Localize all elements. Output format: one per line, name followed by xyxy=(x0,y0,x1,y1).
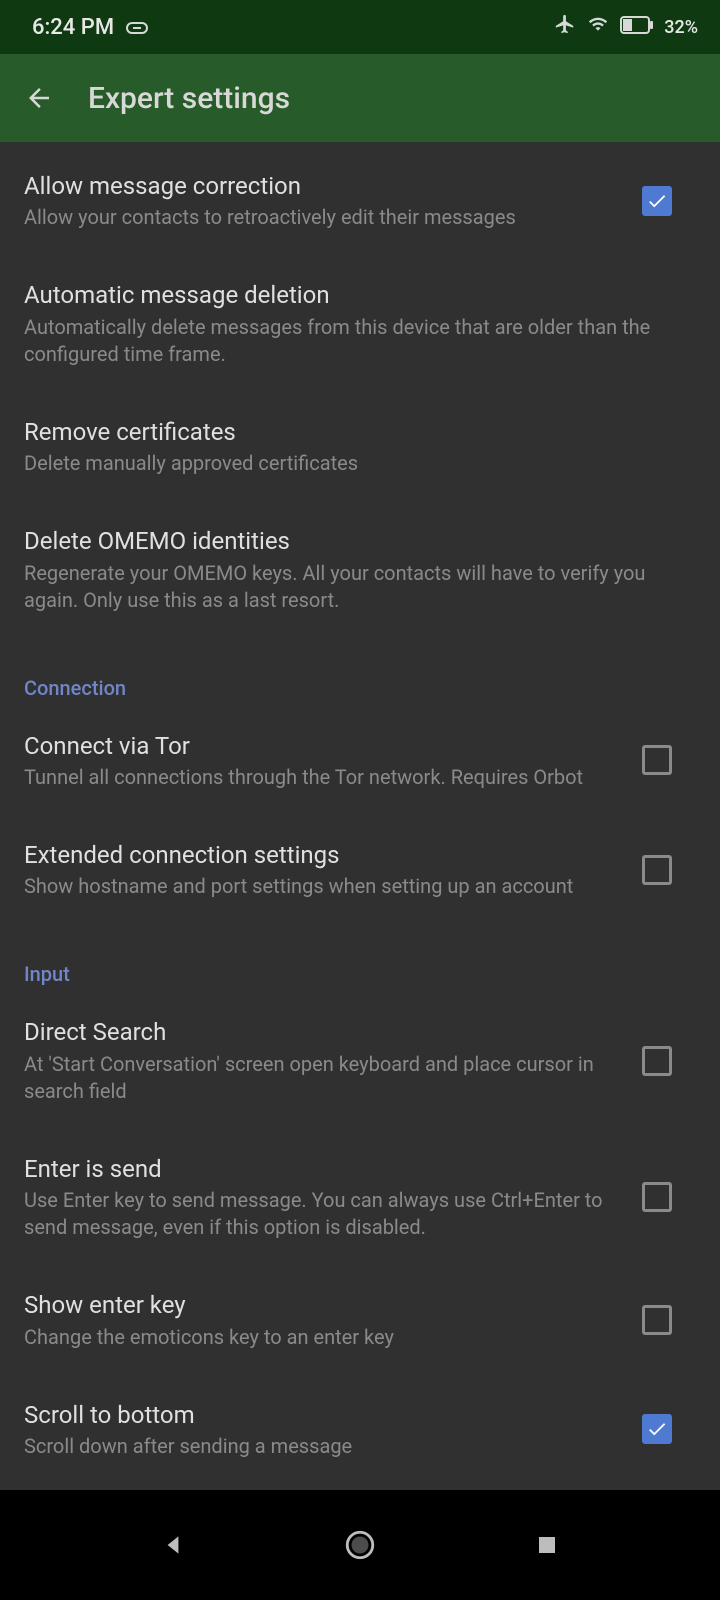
setting-title: Extended connection settings xyxy=(24,839,624,871)
partial-cutoff-text: verified. xyxy=(24,142,696,146)
setting-top-1[interactable]: Automatic message deletionAutomatically … xyxy=(24,255,696,391)
setting-1-3[interactable]: Scroll to bottomScroll down after sendin… xyxy=(24,1375,696,1484)
setting-top-2[interactable]: Remove certificatesDelete manually appro… xyxy=(24,392,696,501)
nav-bar xyxy=(0,1490,720,1600)
link-icon xyxy=(126,15,148,40)
page-title: Expert settings xyxy=(88,81,290,116)
settings-list[interactable]: verified. Allow message correctionAllow … xyxy=(0,142,720,1490)
nav-home-icon[interactable] xyxy=(330,1515,390,1575)
setting-subtitle: Tunnel all connections through the Tor n… xyxy=(24,764,624,791)
setting-title: Connect via Tor xyxy=(24,730,624,762)
setting-title: Scroll to bottom xyxy=(24,1399,624,1431)
setting-subtitle: Use Enter key to send message. You can a… xyxy=(24,1187,624,1241)
airplane-icon xyxy=(554,13,576,41)
setting-top-0[interactable]: Allow message correctionAllow your conta… xyxy=(24,146,696,255)
setting-subtitle: Scroll down after sending a message xyxy=(24,1433,624,1460)
setting-0-0[interactable]: Connect via TorTunnel all connections th… xyxy=(24,706,696,815)
checkbox[interactable] xyxy=(642,186,672,216)
status-bar: 6:24 PM 32% xyxy=(0,0,720,54)
battery-percent: 32% xyxy=(664,17,698,38)
status-time: 6:24 PM xyxy=(32,15,114,40)
app-bar: Expert settings xyxy=(0,54,720,142)
setting-title: Show enter key xyxy=(24,1289,624,1321)
setting-0-1[interactable]: Extended connection settingsShow hostnam… xyxy=(24,815,696,924)
setting-subtitle: At 'Start Conversation' screen open keyb… xyxy=(24,1051,624,1105)
checkbox[interactable] xyxy=(642,855,672,885)
setting-title: Enter is send xyxy=(24,1153,624,1185)
section-header: Connection xyxy=(24,638,696,706)
nav-recent-icon[interactable] xyxy=(517,1515,577,1575)
battery-icon xyxy=(620,15,654,40)
setting-1-1[interactable]: Enter is sendUse Enter key to send messa… xyxy=(24,1129,696,1265)
checkbox[interactable] xyxy=(642,1414,672,1444)
wifi-icon xyxy=(586,14,610,40)
setting-1-0[interactable]: Direct SearchAt 'Start Conversation' scr… xyxy=(24,992,696,1128)
setting-title: Allow message correction xyxy=(24,170,624,202)
setting-1-2[interactable]: Show enter key Change the emoticons key t… xyxy=(24,1265,696,1374)
setting-title: Automatic message deletion xyxy=(24,279,696,311)
setting-subtitle: Show hostname and port settings when set… xyxy=(24,873,624,900)
nav-back-icon[interactable] xyxy=(143,1515,203,1575)
setting-subtitle: Change the emoticons key to an enter key xyxy=(24,1324,624,1351)
checkbox[interactable] xyxy=(642,1182,672,1212)
setting-title: Remove certificates xyxy=(24,416,696,448)
back-icon[interactable] xyxy=(24,83,54,113)
setting-title: Delete OMEMO identities xyxy=(24,525,696,557)
checkbox[interactable] xyxy=(642,1305,672,1335)
checkbox[interactable] xyxy=(642,745,672,775)
setting-subtitle: Automatically delete messages from this … xyxy=(24,314,696,368)
setting-title: Direct Search xyxy=(24,1016,624,1048)
setting-top-3[interactable]: Delete OMEMO identitiesRegenerate your O… xyxy=(24,501,696,637)
checkbox[interactable] xyxy=(642,1046,672,1076)
setting-subtitle: Delete manually approved certificates xyxy=(24,450,696,477)
section-header: Input xyxy=(24,924,696,992)
setting-subtitle: Regenerate your OMEMO keys. All your con… xyxy=(24,560,696,614)
setting-subtitle: Allow your contacts to retroactively edi… xyxy=(24,204,624,231)
